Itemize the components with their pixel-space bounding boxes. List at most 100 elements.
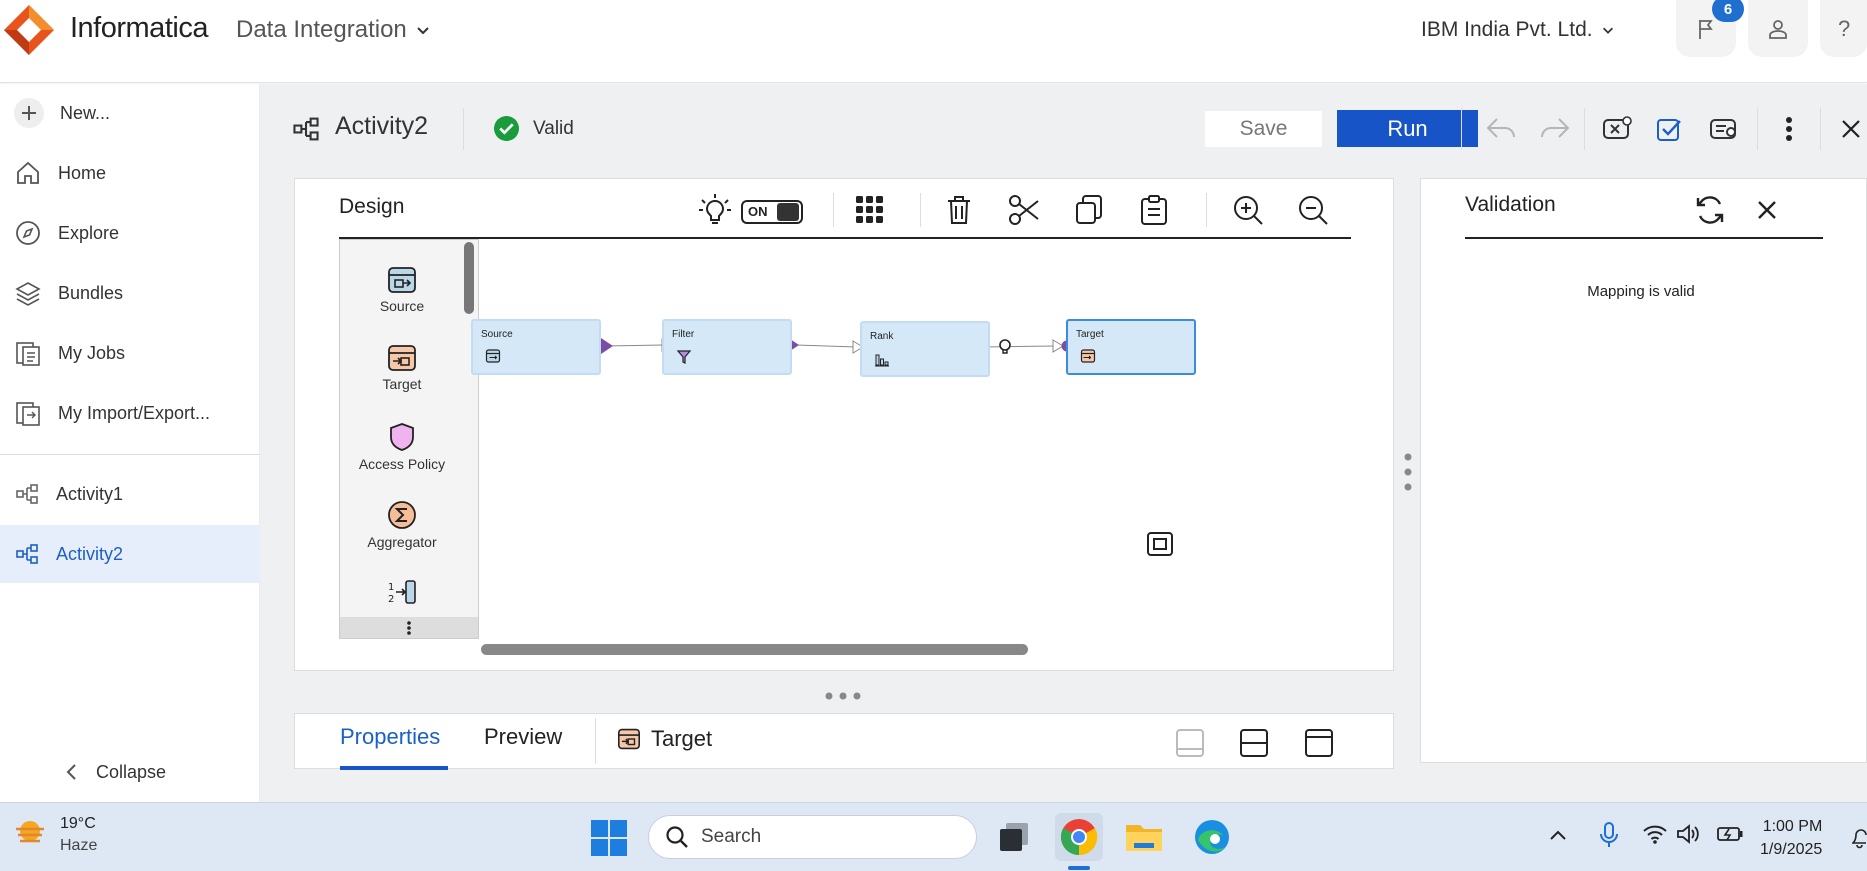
close-validation-button[interactable] [1756, 199, 1778, 221]
more-actions-button[interactable] [1769, 109, 1809, 149]
cut-button[interactable] [1005, 191, 1043, 229]
file-explorer-taskbar-app[interactable] [1120, 813, 1168, 861]
close-editor-button[interactable] [1831, 109, 1867, 149]
vertical-resize-handle[interactable] [825, 692, 861, 700]
close-icon [1842, 120, 1860, 138]
plus-icon [14, 98, 44, 128]
edge-taskbar-app[interactable] [1188, 813, 1236, 861]
palette-item-sequence[interactable]: 12 [340, 578, 464, 606]
lightbulb-icon [999, 339, 1011, 354]
horizontal-resize-handle[interactable] [1404, 452, 1412, 492]
palette-more-button[interactable] [340, 617, 478, 638]
sidebar-item-activity1[interactable]: Activity1 [0, 465, 260, 523]
bell-icon [1852, 829, 1867, 849]
haze-icon [16, 821, 44, 843]
node-filter[interactable]: Filter [662, 319, 792, 375]
source-icon [485, 349, 501, 363]
parameters-button[interactable] [1597, 109, 1637, 149]
sidebar-item-my-jobs[interactable]: My Jobs [0, 324, 260, 382]
layout-top-button[interactable] [1304, 728, 1334, 758]
minimap-button[interactable] [1146, 531, 1174, 557]
node-rank[interactable]: Rank [860, 321, 990, 377]
informatica-logo-icon[interactable] [2, 3, 56, 57]
notification-center-button[interactable] [1852, 827, 1867, 849]
node-target[interactable]: Target [1066, 319, 1196, 375]
palette-item-target[interactable]: Target [340, 344, 464, 392]
sidebar-item-label: My Import/Export... [58, 402, 211, 423]
collapse-button[interactable]: Collapse [0, 743, 260, 801]
divider [1757, 108, 1758, 150]
os-taskbar: 19°C Haze Search 1:00 PM 1/9/2025 [0, 802, 1867, 871]
chrome-taskbar-app[interactable] [1055, 813, 1103, 861]
wifi-button[interactable] [1642, 823, 1668, 845]
microphone-button[interactable] [1598, 821, 1620, 849]
paste-button[interactable] [1135, 191, 1173, 229]
mapping-canvas[interactable]: Source Filter Rank Target [471, 239, 1361, 639]
new-button[interactable]: New... [0, 84, 260, 142]
node-label: Filter [672, 329, 695, 340]
sequence-icon: 12 [388, 580, 416, 605]
design-title: Design [339, 195, 405, 218]
folder-icon [1126, 825, 1162, 851]
target-icon [618, 728, 640, 750]
close-icon [1758, 201, 1776, 219]
tab-properties[interactable]: Properties [340, 724, 440, 750]
top-bar: Informatica Data Integration IBM India P… [0, 0, 1867, 83]
undo-button[interactable] [1481, 109, 1521, 149]
lightbulb-icon [699, 194, 731, 224]
zoom-out-button[interactable] [1294, 191, 1332, 229]
layout-bottom-button[interactable] [1175, 728, 1205, 758]
weather-widget[interactable]: 19°C Haze [12, 815, 97, 855]
validate-button[interactable] [1650, 109, 1690, 149]
sidebar-item-home[interactable]: Home [0, 144, 260, 202]
run-button[interactable]: Run [1337, 110, 1478, 147]
sidebar-item-label: Activity2 [56, 543, 124, 564]
delete-button[interactable] [940, 191, 978, 229]
mapping-icon [16, 544, 38, 564]
chevron-left-icon [66, 764, 76, 780]
volume-button[interactable] [1676, 823, 1702, 845]
windows-start-button[interactable] [590, 819, 628, 857]
org-switcher[interactable]: IBM India Pvt. Ltd. [1421, 18, 1615, 42]
toggle-label: ON [748, 204, 768, 219]
divider [1584, 108, 1585, 150]
taskbar-search[interactable]: Search [648, 815, 977, 859]
palette-item-source[interactable]: Source [340, 266, 464, 314]
divider [463, 108, 464, 150]
selected-object: Target [617, 726, 712, 752]
redo-button[interactable] [1535, 109, 1575, 149]
palette-item-aggregator[interactable]: Aggregator [340, 500, 464, 550]
palette-scrollbar[interactable] [464, 242, 474, 314]
zoom-in-button[interactable] [1229, 191, 1267, 229]
palette-item-access-policy[interactable]: Access Policy [340, 422, 464, 472]
sidebar-item-explore[interactable]: Explore [0, 204, 260, 262]
profile-button[interactable] [1748, 0, 1808, 57]
save-button[interactable]: Save [1205, 111, 1322, 147]
layout-split-button[interactable] [1239, 728, 1269, 758]
divider [920, 193, 921, 227]
copy-button[interactable] [1070, 191, 1108, 229]
sidebar-item-activity2[interactable]: Activity2 [0, 525, 260, 583]
refresh-button[interactable] [1693, 193, 1727, 227]
system-clock[interactable]: 1:00 PM 1/9/2025 [1760, 815, 1822, 861]
task-view-button[interactable] [990, 813, 1038, 861]
sidebar: New... Home Explore Bundles My Jobs My I… [0, 84, 260, 802]
check-circle-icon [494, 116, 519, 141]
battery-button[interactable] [1716, 825, 1744, 843]
recommendations-button[interactable] [696, 191, 734, 229]
mapping-properties-button[interactable] [1704, 109, 1744, 149]
selected-object-name: Target [651, 726, 713, 751]
arrange-all-button[interactable] [851, 191, 889, 229]
chevron-down-icon [1602, 27, 1613, 34]
canvas-horizontal-scrollbar[interactable] [481, 644, 1028, 655]
node-source[interactable]: Source [471, 319, 601, 375]
sidebar-item-import-export[interactable]: My Import/Export... [0, 384, 260, 442]
help-button[interactable]: ? [1820, 0, 1867, 57]
refresh-icon [1696, 196, 1724, 224]
show-hidden-icons-button[interactable] [1548, 825, 1568, 845]
mapping-icon [290, 114, 322, 144]
sidebar-item-bundles[interactable]: Bundles [0, 264, 260, 322]
tab-preview[interactable]: Preview [484, 724, 562, 750]
recommendations-toggle[interactable]: ON [741, 200, 803, 224]
product-switcher[interactable]: Data Integration [236, 16, 431, 44]
